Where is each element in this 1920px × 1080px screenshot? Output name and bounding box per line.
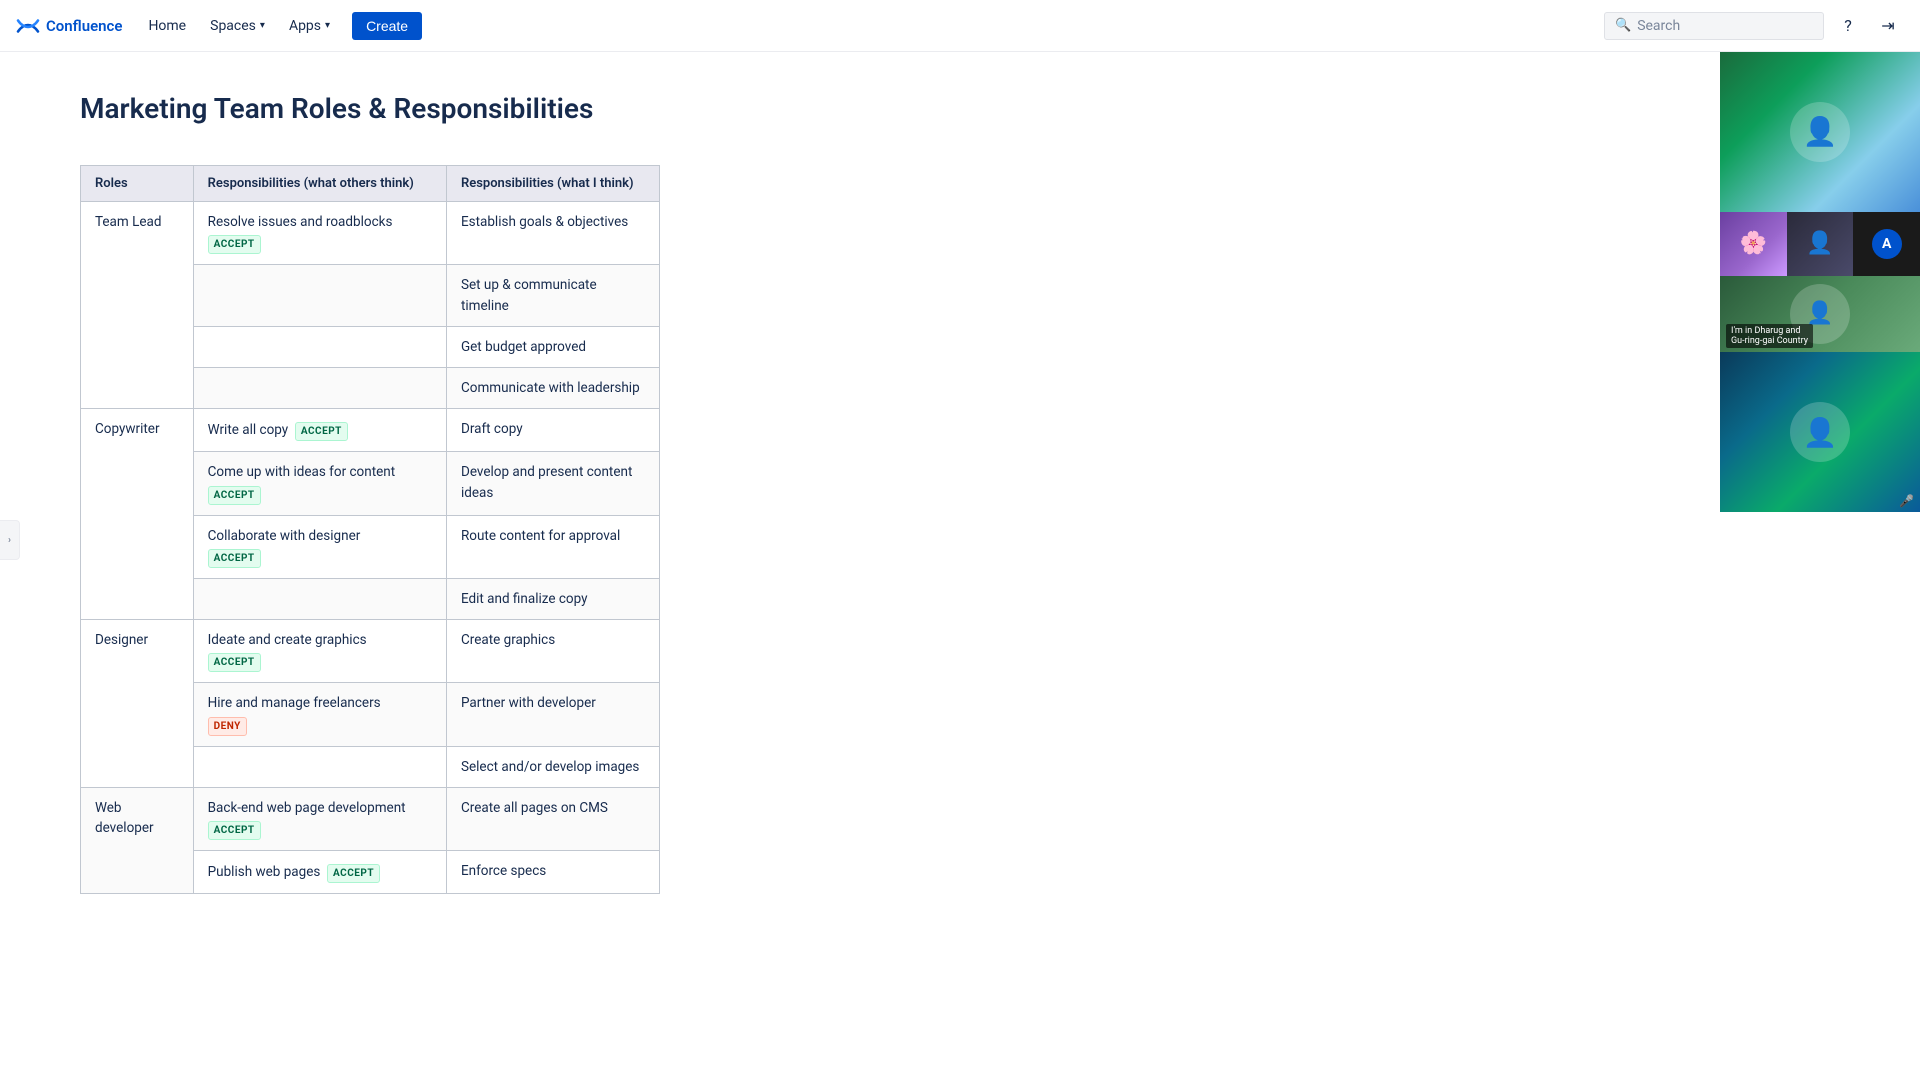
others-cell: Collaborate with designerACCEPT — [193, 515, 446, 578]
accept-badge: ACCEPT — [208, 653, 261, 672]
accept-badge: ACCEPT — [208, 549, 261, 568]
role-cell: Designer — [81, 620, 194, 788]
others-cell — [193, 746, 446, 787]
apps-label: Apps — [289, 18, 321, 34]
app-name: Confluence — [46, 17, 122, 35]
mic-icon: 🎤 — [1899, 494, 1914, 508]
main-nav: Home Spaces ▾ Apps ▾ Create — [138, 12, 422, 40]
mine-cell: Create graphics — [446, 620, 659, 683]
accept-badge: ACCEPT — [327, 864, 380, 883]
table-row: Copywriter Write all copy ACCEPT Draft c… — [81, 409, 660, 452]
roles-table: Roles Responsibilities (what others thin… — [80, 165, 660, 894]
mine-cell: Establish goals & objectives — [446, 202, 659, 265]
mine-cell: Get budget approved — [446, 326, 659, 367]
mine-cell: Draft copy — [446, 409, 659, 452]
create-button[interactable]: Create — [352, 12, 422, 40]
table-row: Team Lead Resolve issues and roadblocksA… — [81, 202, 660, 265]
others-cell: Write all copy ACCEPT — [193, 409, 446, 452]
mine-cell: Edit and finalize copy — [446, 578, 659, 619]
nav-apps[interactable]: Apps ▾ — [279, 12, 340, 40]
navbar-right: 🔍 Search ? ⇥ — [1604, 10, 1904, 42]
others-cell — [193, 326, 446, 367]
accept-badge: ACCEPT — [208, 821, 261, 840]
video-tile-1[interactable]: 👤 — [1720, 52, 1920, 212]
main-content: Marketing Team Roles & Responsibilities … — [20, 52, 1260, 934]
help-button[interactable]: ? — [1832, 10, 1864, 42]
search-icon: 🔍 — [1615, 18, 1631, 33]
mine-cell: Partner with developer — [446, 683, 659, 746]
video-tile-6[interactable]: 👤 🎤 — [1720, 352, 1920, 512]
atlassian-logo: A — [1872, 229, 1902, 259]
table-row: Web developer Back-end web page developm… — [81, 787, 660, 850]
col-header-others: Responsibilities (what others think) — [193, 166, 446, 202]
col-header-roles: Roles — [81, 166, 194, 202]
video-tile-3[interactable]: 👤 — [1787, 212, 1854, 276]
video-row-2: 🌸 👤 A — [1720, 212, 1920, 276]
accept-badge: ACCEPT — [295, 422, 348, 441]
mine-cell: Create all pages on CMS — [446, 787, 659, 850]
nav-home[interactable]: Home — [138, 12, 196, 40]
confluence-logo-icon — [16, 14, 40, 38]
participant-avatar-6: 👤 — [1790, 402, 1850, 462]
video-tile-2[interactable]: 🌸 — [1720, 212, 1787, 276]
others-cell — [193, 368, 446, 409]
sidebar-toggle[interactable]: › — [0, 520, 20, 560]
mine-cell: Set up & communicate timeline — [446, 265, 659, 327]
others-cell: Ideate and create graphicsACCEPT — [193, 620, 446, 683]
signin-button[interactable]: ⇥ — [1872, 10, 1904, 42]
others-cell — [193, 578, 446, 619]
col-header-mine: Responsibilities (what I think) — [446, 166, 659, 202]
mine-cell: Select and/or develop images — [446, 746, 659, 787]
mine-cell: Communicate with leadership — [446, 368, 659, 409]
nav-spaces[interactable]: Spaces ▾ — [200, 12, 275, 40]
video-tile-5[interactable]: 👤 I'm in Dharug andGu-ring-gai Country — [1720, 276, 1920, 353]
search-placeholder: Search — [1637, 18, 1680, 34]
navbar: Confluence Home Spaces ▾ Apps ▾ Create 🔍… — [0, 0, 1920, 52]
mine-cell: Enforce specs — [446, 851, 659, 894]
others-cell: Hire and manage freelancersDENY — [193, 683, 446, 746]
mine-cell: Route content for approval — [446, 515, 659, 578]
others-cell: Publish web pages ACCEPT — [193, 851, 446, 894]
deny-badge: DENY — [208, 717, 247, 736]
country-name-tag: I'm in Dharug andGu-ring-gai Country — [1726, 324, 1813, 348]
role-cell: Team Lead — [81, 202, 194, 409]
others-cell: Come up with ideas for contentACCEPT — [193, 452, 446, 515]
spaces-label: Spaces — [210, 18, 256, 34]
search-box[interactable]: 🔍 Search — [1604, 12, 1824, 40]
table-row: Designer Ideate and create graphicsACCEP… — [81, 620, 660, 683]
others-cell: Resolve issues and roadblocksACCEPT — [193, 202, 446, 265]
video-tile-4[interactable]: A — [1853, 212, 1920, 276]
accept-badge: ACCEPT — [208, 235, 261, 254]
role-cell: Web developer — [81, 787, 194, 893]
apps-chevron-icon: ▾ — [325, 20, 330, 31]
page-title: Marketing Team Roles & Responsibilities — [80, 92, 1200, 125]
home-label: Home — [148, 18, 186, 34]
participant-avatar-1: 👤 — [1790, 102, 1850, 162]
mine-cell: Develop and present content ideas — [446, 452, 659, 515]
others-cell: Back-end web page development ACCEPT — [193, 787, 446, 850]
others-cell — [193, 265, 446, 327]
spaces-chevron-icon: ▾ — [260, 20, 265, 31]
role-cell: Copywriter — [81, 409, 194, 620]
app-logo[interactable]: Confluence — [16, 14, 122, 38]
video-panel: 👤 🌸 👤 A 👤 I'm in Dharug andGu-ring-gai C… — [1720, 52, 1920, 512]
accept-badge: ACCEPT — [208, 486, 261, 505]
